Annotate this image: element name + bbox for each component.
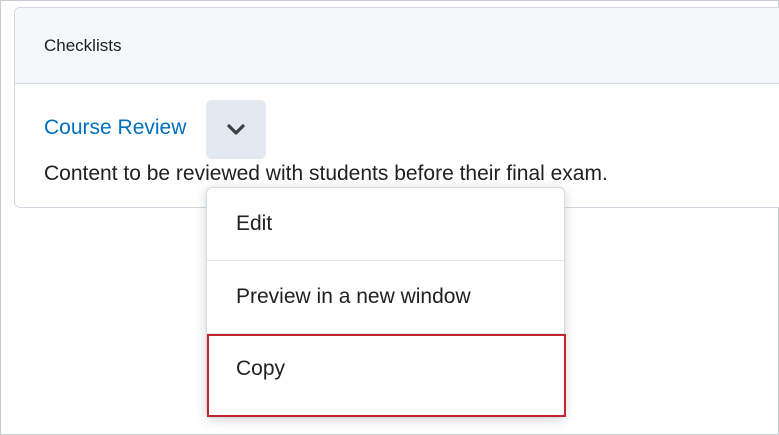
menu-item-preview[interactable]: Preview in a new window	[207, 260, 564, 333]
checklists-card: Checklists Course Review Content to be r…	[14, 7, 779, 208]
context-menu-button[interactable]	[206, 100, 266, 159]
card-header: Checklists	[15, 8, 779, 84]
chevron-down-icon	[227, 124, 245, 135]
card-title: Checklists	[44, 36, 122, 55]
course-review-link[interactable]: Course Review	[44, 116, 186, 140]
context-menu: Edit Preview in a new window Copy	[206, 187, 565, 418]
menu-item-copy[interactable]: Copy	[207, 333, 564, 419]
checklist-description: Content to be reviewed with students bef…	[44, 162, 608, 185]
menu-item-edit[interactable]: Edit	[207, 188, 564, 260]
